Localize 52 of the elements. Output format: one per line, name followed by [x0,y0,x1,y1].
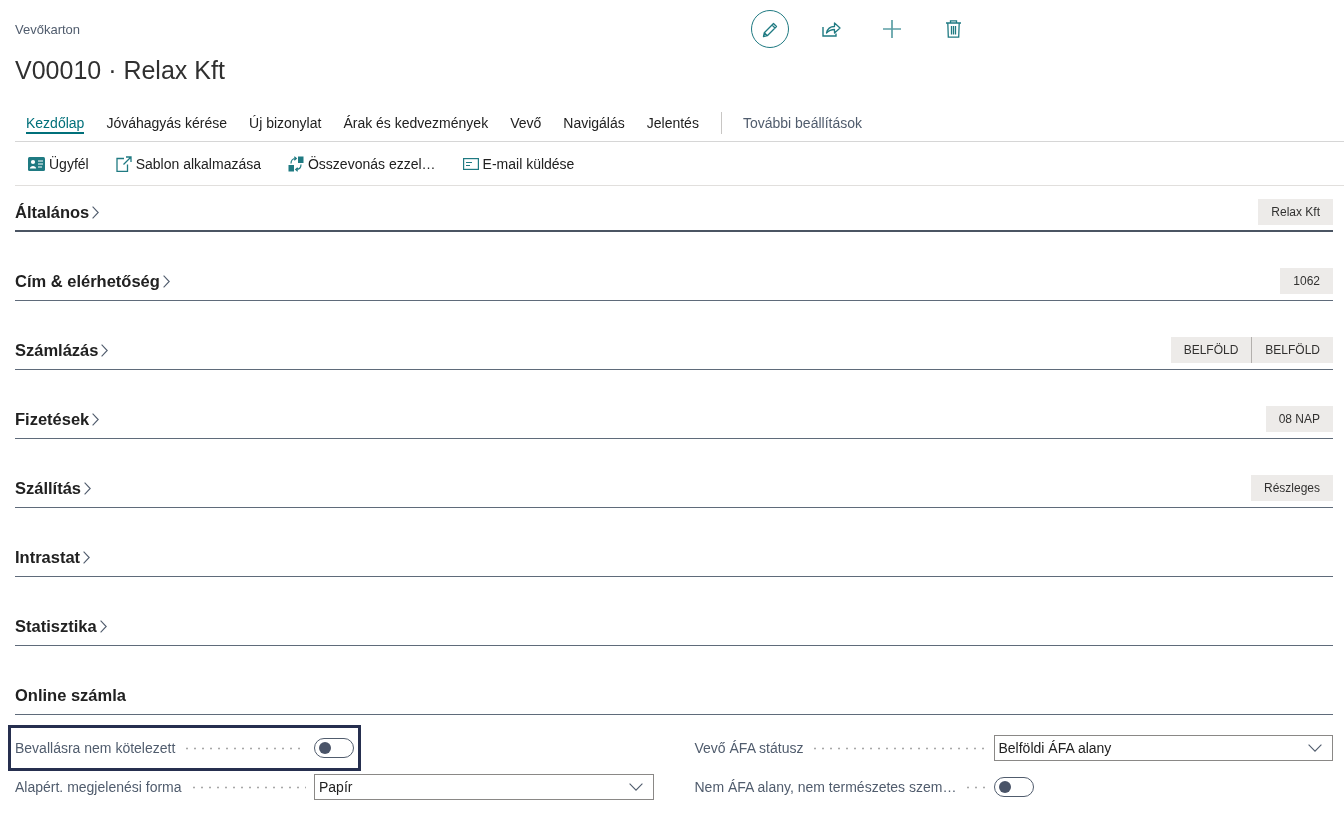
summary-value: BELFÖLD [1170,337,1252,363]
toggle-switch[interactable] [314,738,354,758]
card-lines-icon [462,157,479,170]
tab[interactable]: Jelentés [635,105,710,141]
chevron-right-icon [83,550,91,564]
field-label: Alapért. megjelenési forma [15,779,182,795]
field-label: Bevallásra nem kötelezett [15,740,176,756]
dropdown-field[interactable]: Papír [314,774,654,800]
tab[interactable]: Vevő [499,105,553,141]
trash-icon [945,20,961,38]
action-button[interactable]: Összevonás ezzel… [275,147,450,180]
boxes-arrows-icon [288,155,304,172]
summary-value: Relax Kft [1258,199,1333,225]
field-label: Vevő ÁFA státusz [694,740,804,756]
section-toggle[interactable]: Általános [15,202,100,222]
more-options-tab[interactable]: További beállítások [731,105,873,141]
page-caption: Vevőkarton [15,22,81,37]
field-label: Nem ÁFA alany, nem természetes szem… [694,779,957,795]
chevron-right-icon [92,412,100,426]
chevron-right-icon [84,481,92,495]
tab[interactable]: Navigálás [552,105,636,141]
action-button[interactable]: Ügyfél [15,147,103,180]
pencil-icon [761,20,779,38]
summary-value: 1062 [1280,268,1333,294]
section-toggle[interactable]: Statisztika [15,616,107,636]
tab[interactable]: Új bizonylat [238,105,333,141]
page-title: V00010 · Relax Kft [15,55,226,86]
dropdown-field[interactable]: Belföldi ÁFA alany [993,735,1333,761]
action-button[interactable]: E-mail küldése [449,147,589,180]
chevron-down-icon [1308,744,1322,752]
chevron-right-icon [99,619,107,633]
section-toggle[interactable]: Számlázás [15,340,109,360]
section-toggle[interactable]: Fizetések [15,409,100,429]
tab[interactable]: Jóváhagyás kérése [95,105,239,141]
plus-icon [883,20,901,38]
summary-value: 08 NAP [1265,406,1333,432]
summary-value: Részleges [1250,475,1333,501]
section-toggle[interactable]: Cím & elérhetőség [15,271,170,291]
chevron-right-icon [101,343,109,357]
document-arrow-icon [115,155,132,172]
toggle-switch[interactable] [993,777,1034,797]
section-toggle[interactable]: Szállítás [15,478,92,498]
contact-card-icon [28,156,45,171]
tab[interactable]: Árak és kedvezmények [332,105,500,141]
summary-value: BELFÖLD [1251,337,1333,363]
action-button[interactable]: Sablon alkalmazása [102,147,275,180]
chevron-down-icon [628,783,643,791]
chevron-right-icon [92,205,100,219]
section-toggle[interactable]: Online számla [15,685,126,705]
share-icon [821,21,841,37]
section-toggle[interactable]: Intrastat [15,547,91,567]
chevron-right-icon [162,274,170,288]
